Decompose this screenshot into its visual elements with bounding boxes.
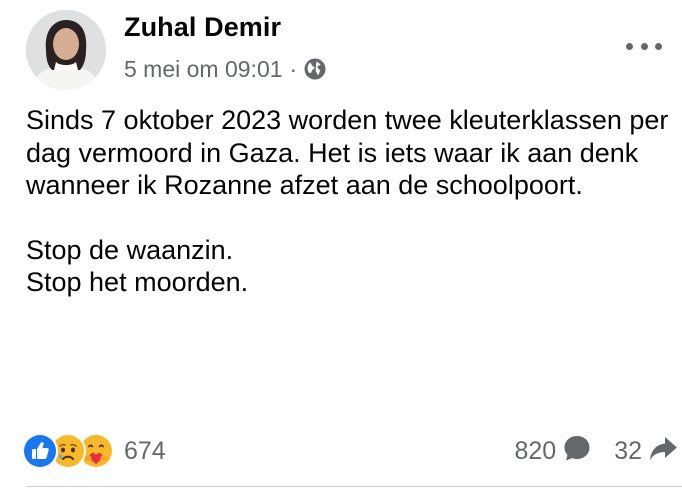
comment-icon xyxy=(562,433,592,470)
dot xyxy=(655,42,662,50)
dot xyxy=(640,42,648,50)
engagement-stats: 820 32 xyxy=(514,431,678,471)
like-icon xyxy=(22,433,58,469)
avatar[interactable] xyxy=(26,10,106,90)
comments-stat[interactable]: 820 xyxy=(514,433,592,470)
reaction-count: 674 xyxy=(124,436,166,465)
post-line: Stop het moorden. xyxy=(26,267,249,297)
post-timestamp[interactable]: 5 mei om 09:01 xyxy=(124,56,283,83)
globe-icon[interactable] xyxy=(303,57,327,81)
profile-photo xyxy=(26,10,106,90)
shares-stat[interactable]: 32 xyxy=(614,433,678,470)
comment-count: 820 xyxy=(514,436,557,465)
share-count: 32 xyxy=(614,436,642,465)
reactions-summary[interactable]: 674 xyxy=(22,431,166,471)
more-options-icon[interactable] xyxy=(626,38,662,54)
meta-separator: · xyxy=(289,55,298,82)
post-line: Stop de waanzin. xyxy=(26,234,234,265)
post-body: Sinds 7 oktober 2023 worden twee kleuter… xyxy=(26,104,676,299)
facebook-post: Zuhal Demir 5 mei om 09:01 · Sinds 7 okt… xyxy=(0,0,682,490)
post-meta: 5 mei om 09:01 · xyxy=(124,54,327,84)
post-paragraph: Sinds 7 oktober 2023 worden twee kleuter… xyxy=(26,105,669,200)
divider xyxy=(26,486,682,487)
share-icon xyxy=(648,433,678,470)
author-name[interactable]: Zuhal Demir xyxy=(124,12,281,43)
dot xyxy=(626,42,633,50)
